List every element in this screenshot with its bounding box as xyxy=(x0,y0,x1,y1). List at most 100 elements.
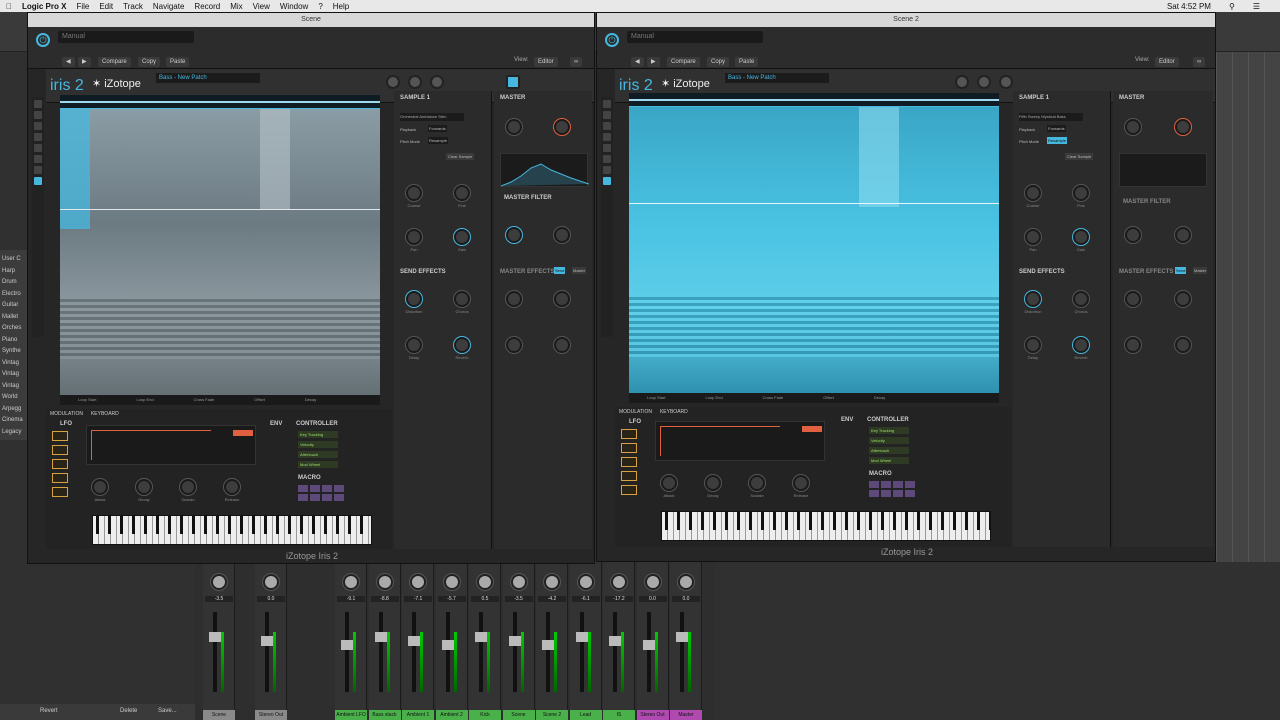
library-item[interactable]: Mallet xyxy=(2,312,26,324)
pan-knob[interactable] xyxy=(410,574,426,590)
volume-readout[interactable]: -6.1 xyxy=(571,596,600,602)
mixer-channel-strip[interactable]: 0.0 Stereo Out xyxy=(636,562,669,720)
pan-tool-icon[interactable] xyxy=(34,144,42,152)
master-gain-knob[interactable] xyxy=(1175,119,1191,135)
next-preset-button[interactable]: ▶ xyxy=(647,57,660,67)
mixer-channel-strip[interactable]: -6.1 Lead xyxy=(569,562,602,720)
lasso-tool-icon[interactable] xyxy=(34,122,42,130)
delay-knob[interactable] xyxy=(406,337,422,353)
menu-file[interactable]: File xyxy=(76,2,89,11)
menu-mix[interactable]: Mix xyxy=(230,2,242,11)
fader-cap[interactable] xyxy=(642,640,655,650)
next-preset-button[interactable]: ▶ xyxy=(78,57,91,67)
revert-button[interactable]: Revert xyxy=(40,708,58,714)
envelope-display[interactable] xyxy=(655,421,825,461)
tab-keyboard[interactable]: KEYBOARD xyxy=(91,409,119,419)
lasso-tool-icon[interactable] xyxy=(603,122,611,130)
view-select[interactable]: Editor xyxy=(534,57,558,67)
piano-keyboard[interactable] xyxy=(92,515,372,545)
mixer-channel-strip[interactable]: 0.0 Stereo Out xyxy=(255,562,287,720)
macro-1[interactable] xyxy=(298,485,308,492)
mixer-channel-strip[interactable]: -8.8 Bass stack xyxy=(368,562,401,720)
output-knob[interactable] xyxy=(999,75,1013,89)
pan-knob[interactable] xyxy=(477,574,493,590)
channel-name[interactable]: Lead xyxy=(569,710,602,720)
master-tab-button[interactable]: Master xyxy=(572,267,587,274)
library-item[interactable]: Vintag xyxy=(2,358,26,370)
plugin-title[interactable]: Scene 2 xyxy=(597,13,1215,27)
brush-tool-icon[interactable] xyxy=(34,111,42,119)
compare-button[interactable]: Compare xyxy=(98,57,131,67)
cross-fade-label[interactable]: Cross Fade xyxy=(763,393,784,403)
waveform-overview[interactable] xyxy=(60,95,380,109)
library-item[interactable]: World xyxy=(2,392,26,404)
menu-help[interactable]: Help xyxy=(333,2,349,11)
delay-knob[interactable] xyxy=(1025,337,1041,353)
master-filter-title[interactable]: MASTER FILTER xyxy=(504,195,552,201)
patch-name[interactable]: Bass - New Patch xyxy=(725,73,829,83)
pan-knob[interactable] xyxy=(1025,229,1041,245)
macro-5[interactable] xyxy=(298,494,308,501)
library-item[interactable]: Legacy xyxy=(2,427,26,439)
macro-5[interactable] xyxy=(869,490,879,497)
library-item[interactable]: Vintag xyxy=(2,381,26,393)
attack-knob[interactable] xyxy=(661,475,677,491)
fine-knob[interactable] xyxy=(454,185,470,201)
pencil-tool-icon[interactable] xyxy=(34,177,42,185)
prev-preset-button[interactable]: ◀ xyxy=(62,57,75,67)
library-item[interactable]: Synthe xyxy=(2,346,26,358)
volume-readout[interactable]: -17.2 xyxy=(605,596,633,602)
macro-8[interactable] xyxy=(905,490,915,497)
attack-knob[interactable] xyxy=(92,479,108,495)
env-preset-badge[interactable] xyxy=(233,430,253,436)
fader-cap[interactable] xyxy=(441,640,454,650)
tab-keyboard[interactable]: KEYBOARD xyxy=(660,407,688,417)
select-tool-icon[interactable] xyxy=(34,100,42,108)
gain-knob[interactable] xyxy=(454,229,470,245)
master-chorus-knob[interactable] xyxy=(554,291,570,307)
macro-3[interactable] xyxy=(322,485,332,492)
reverb-knob[interactable] xyxy=(454,337,470,353)
link-icon[interactable]: ∞ xyxy=(1193,57,1206,67)
time-tool-icon[interactable] xyxy=(34,166,42,174)
fader-track[interactable] xyxy=(412,612,416,692)
time-tool-icon[interactable] xyxy=(603,166,611,174)
menu-navigate[interactable]: Navigate xyxy=(153,2,185,11)
library-item[interactable]: Arpegg xyxy=(2,404,26,416)
pencil-tool-icon[interactable] xyxy=(603,177,611,185)
lfo-4-button[interactable] xyxy=(52,473,68,483)
mixer-channel-strip[interactable]: -3.5 Scene xyxy=(203,562,235,720)
macro-3[interactable] xyxy=(893,481,903,488)
zoom-tool-icon[interactable] xyxy=(603,133,611,141)
master-reverb-knob[interactable] xyxy=(1175,337,1191,353)
spectrogram-image[interactable] xyxy=(629,107,999,395)
loop-end-label[interactable]: Loop End xyxy=(705,393,722,403)
channel-name[interactable]: Kick xyxy=(469,710,501,720)
fader-cap[interactable] xyxy=(374,632,387,642)
view-select[interactable]: Editor xyxy=(1155,57,1179,67)
macro-2[interactable] xyxy=(310,485,320,492)
pan-knob[interactable] xyxy=(544,574,560,590)
clear-sample-button[interactable]: Clear Sample xyxy=(1065,153,1094,160)
library-item[interactable]: Cinema xyxy=(2,415,26,427)
pan-knob[interactable] xyxy=(343,574,359,590)
loop-start-label[interactable]: Loop Start xyxy=(78,395,96,405)
volume-readout[interactable]: 0.0 xyxy=(257,596,285,602)
coarse-knob[interactable] xyxy=(1025,185,1041,201)
select-tool-icon[interactable] xyxy=(603,100,611,108)
mixer-channel-strip[interactable]: 0.5 Kick xyxy=(469,562,501,720)
save-button[interactable]: Save... xyxy=(158,708,177,714)
fader-track[interactable] xyxy=(546,612,550,692)
patch-name[interactable]: Bass - New Patch xyxy=(156,73,260,83)
envelope-display[interactable] xyxy=(86,425,256,465)
chorus-knob[interactable] xyxy=(454,291,470,307)
master-pan-knob[interactable] xyxy=(1125,119,1141,135)
fader-track[interactable] xyxy=(265,612,269,692)
mixer-channel-strip[interactable]: -5.7 Ambient 2 xyxy=(435,562,468,720)
menu-record[interactable]: Record xyxy=(194,2,220,11)
macro-6[interactable] xyxy=(310,494,320,501)
lfo-3-button[interactable] xyxy=(621,457,637,467)
loop-end-label[interactable]: Loop End xyxy=(136,395,153,405)
apple-icon[interactable]:  xyxy=(6,2,12,11)
fader-cap[interactable] xyxy=(609,636,621,646)
